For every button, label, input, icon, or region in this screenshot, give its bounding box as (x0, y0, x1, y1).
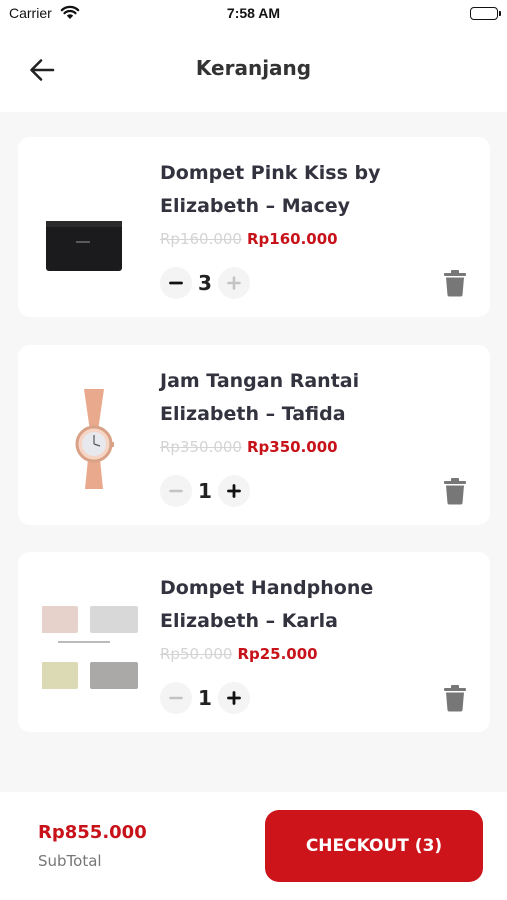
plus-icon (227, 691, 241, 705)
increase-button[interactable] (218, 682, 250, 714)
trash-icon (444, 270, 466, 297)
increase-button[interactable] (218, 475, 250, 507)
subtotal-value: Rp855.000 (38, 822, 147, 843)
quantity-stepper: 1 (160, 475, 250, 507)
product-name[interactable]: Dompet Pink Kiss by Elizabeth – Macey (160, 157, 460, 223)
plus-icon (227, 484, 241, 498)
nav-bar: Keranjang (0, 28, 507, 112)
decrease-button[interactable] (160, 682, 192, 714)
product-name[interactable]: Jam Tangan Rantai Elizabeth – Tafida (160, 365, 460, 431)
checkout-button[interactable]: CHECKOUT (3) (265, 810, 483, 882)
checkout-bar: Rp855.000 SubTotal CHECKOUT (3) (0, 792, 507, 900)
quantity-value: 3 (198, 271, 212, 295)
minus-icon (169, 489, 183, 493)
delete-button[interactable] (442, 269, 468, 297)
quantity-stepper: 3 (160, 267, 250, 299)
final-price: Rp160.000 (246, 230, 338, 248)
decrease-button[interactable] (160, 267, 192, 299)
product-image[interactable] (42, 389, 152, 489)
minus-icon (169, 696, 183, 700)
final-price: Rp350.000 (246, 438, 338, 456)
cart-item: Jam Tangan Rantai Elizabeth – Tafida Rp3… (18, 345, 490, 525)
quantity-value: 1 (198, 479, 212, 503)
subtotal-label: SubTotal (38, 852, 102, 870)
clock: 7:58 AM (226, 5, 281, 21)
product-image[interactable] (30, 596, 152, 696)
delete-button[interactable] (442, 477, 468, 505)
price-row: Rp50.000 Rp25.000 (160, 645, 318, 663)
status-bar: Carrier 7:58 AM (0, 0, 507, 28)
increase-button[interactable] (218, 267, 250, 299)
cart-item: Dompet Pink Kiss by Elizabeth – Macey Rp… (18, 137, 490, 317)
decrease-button[interactable] (160, 475, 192, 507)
battery-icon (470, 7, 501, 20)
original-price: Rp160.000 (160, 230, 242, 248)
product-image[interactable] (42, 181, 152, 281)
minus-icon (169, 281, 183, 285)
quantity-stepper: 1 (160, 682, 250, 714)
cart-item: Dompet Handphone Elizabeth – Karla Rp50.… (18, 552, 490, 732)
price-row: Rp160.000 Rp160.000 (160, 230, 338, 248)
original-price: Rp350.000 (160, 438, 242, 456)
original-price: Rp50.000 (160, 645, 233, 663)
final-price: Rp25.000 (237, 645, 318, 663)
plus-icon (227, 276, 241, 290)
delete-button[interactable] (442, 684, 468, 712)
trash-icon (444, 478, 466, 505)
quantity-value: 1 (198, 686, 212, 710)
product-name[interactable]: Dompet Handphone Elizabeth – Karla (160, 572, 460, 638)
trash-icon (444, 685, 466, 712)
price-row: Rp350.000 Rp350.000 (160, 438, 338, 456)
page-title: Keranjang (195, 56, 312, 80)
